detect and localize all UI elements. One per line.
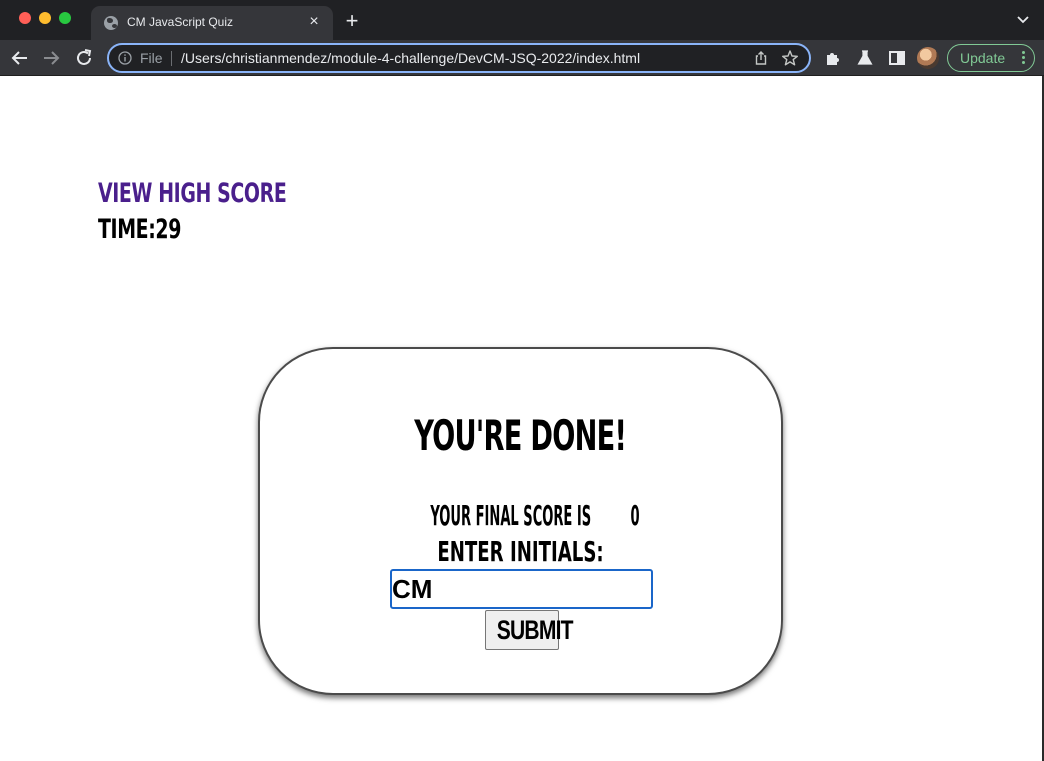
initials-label-text: Enter Initials:: [437, 535, 604, 568]
close-window-button[interactable]: [19, 12, 31, 24]
back-icon[interactable]: [9, 47, 31, 69]
results-title: You're Done!: [260, 411, 781, 460]
browser-toolbar: File /Users/christianmendez/module-4-cha…: [0, 40, 1044, 76]
initials-label: Enter Initials:: [260, 535, 781, 568]
maximize-window-button[interactable]: [59, 12, 71, 24]
close-tab-icon[interactable]: ×: [305, 13, 323, 31]
view-high-score-link[interactable]: View High Score: [98, 178, 287, 209]
extensions-icon[interactable]: [823, 48, 843, 68]
star-icon[interactable]: [781, 49, 799, 67]
tab-title: CM JavaScript Quiz: [127, 15, 234, 29]
globe-icon: [104, 16, 118, 30]
timer: Time:29: [98, 214, 181, 245]
new-tab-button[interactable]: +: [341, 10, 363, 33]
results-title-text: You're Done!: [414, 411, 627, 460]
reload-icon[interactable]: [73, 47, 95, 69]
info-icon[interactable]: [118, 51, 132, 65]
profile-avatar[interactable]: [917, 47, 939, 69]
submit-button[interactable]: Submit: [485, 610, 574, 650]
results-card: You're Done! Your final score is 0 Enter…: [258, 347, 783, 695]
labs-icon[interactable]: [855, 48, 875, 68]
address-separator: [171, 51, 172, 66]
browser-title-bar: CM JavaScript Quiz × +: [0, 0, 1044, 40]
more-menu-icon[interactable]: [1022, 51, 1026, 65]
page-content: View High Score Time:29 You're Done! You…: [0, 76, 1044, 761]
final-score-value: 0: [630, 499, 640, 532]
timer-label: Time:: [98, 214, 156, 245]
side-panel-icon[interactable]: [887, 48, 907, 68]
tab-search-icon[interactable]: [1016, 13, 1030, 27]
update-button[interactable]: Update: [947, 44, 1035, 72]
submit-label: Submit: [496, 614, 574, 645]
url-text[interactable]: /Users/christianmendez/module-4-challeng…: [181, 50, 640, 66]
initials-input[interactable]: [390, 569, 653, 609]
final-score-text: Your final score is: [430, 499, 592, 532]
final-score-line: Your final score is 0: [260, 499, 781, 532]
minimize-window-button[interactable]: [39, 12, 51, 24]
forward-icon[interactable]: [40, 47, 62, 69]
share-icon[interactable]: [753, 50, 769, 66]
file-scheme-label: File: [140, 50, 163, 66]
timer-value: 29: [155, 214, 182, 245]
update-label: Update: [960, 50, 1006, 66]
address-bar[interactable]: File /Users/christianmendez/module-4-cha…: [107, 43, 811, 73]
browser-tab[interactable]: CM JavaScript Quiz ×: [91, 6, 333, 40]
final-score-wrap: Your final score is 0: [399, 499, 641, 532]
